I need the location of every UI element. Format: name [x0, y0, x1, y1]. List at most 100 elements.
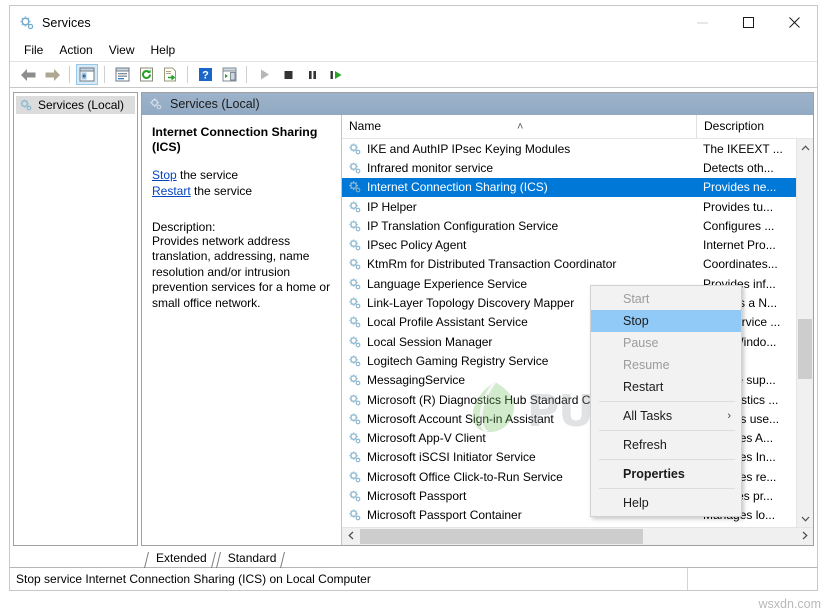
scroll-up-button[interactable] [797, 139, 813, 156]
svg-text:?: ? [202, 70, 209, 82]
restart-service-icon[interactable] [325, 64, 347, 85]
service-gear-icon [348, 335, 362, 349]
table-row[interactable]: Internet Connection Sharing (ICS) Provide… [342, 177, 796, 197]
service-gear-icon [348, 431, 362, 445]
tab-standard[interactable]: Standard [216, 550, 286, 567]
toolbar-separator [246, 66, 247, 83]
column-header-description-label: Description [704, 119, 765, 133]
cell-service-description: Coordinates... [703, 257, 778, 272]
start-service-icon[interactable] [253, 64, 275, 85]
title-bar: Services [10, 6, 817, 39]
cell-service-name: IPsec Policy Agent [342, 238, 696, 252]
context-menu-item-label: Restart [623, 380, 664, 394]
stop-service-suffix: the service [176, 167, 239, 182]
submenu-arrow-icon: › [727, 410, 731, 422]
stop-service-line: Stop the service [152, 168, 331, 182]
stop-service-link[interactable]: Stop [152, 168, 177, 182]
services-list: Name ˄ Description IKE and AuthIP IPsec … [342, 115, 813, 545]
cell-service-name: Internet Connection Sharing (ICS) [342, 180, 696, 194]
service-detail-title: Internet Connection Sharing (ICS) [152, 125, 318, 154]
maximize-button[interactable] [725, 6, 771, 39]
console-tree-pane: Services (Local) [13, 92, 138, 546]
close-button[interactable] [771, 6, 817, 39]
context-menu-item-stop[interactable]: Stop [591, 310, 741, 332]
service-name-label: IP Helper [367, 199, 417, 214]
horizontal-scroll-thumb[interactable] [360, 529, 643, 544]
context-menu-item-label: Pause [623, 336, 659, 350]
cell-service-description: Internet Pro... [703, 238, 776, 253]
context-menu-item-label: Help [623, 496, 649, 510]
status-bar-text: Stop service Internet Connection Sharing… [16, 572, 371, 586]
service-gear-icon [348, 200, 362, 214]
cell-service-description: Detects oth... [703, 160, 774, 175]
service-gear-icon [348, 142, 362, 156]
table-row[interactable]: IP Translation Configuration Service Conf… [342, 216, 796, 235]
column-header-description[interactable]: Description [696, 115, 796, 138]
restart-service-suffix: the service [190, 183, 253, 198]
context-menu-item-help[interactable]: Help [591, 492, 741, 514]
minimize-button[interactable] [679, 6, 725, 39]
cell-service-description: The IKEEXT ... [703, 141, 783, 156]
menu-file[interactable]: File [16, 41, 51, 59]
service-name-label: Microsoft Passport [367, 488, 467, 503]
service-name-label: IP Translation Configuration Service [367, 218, 559, 233]
menu-help[interactable]: Help [143, 41, 184, 59]
context-menu-item-label: Resume [623, 358, 670, 372]
list-rows: IKE and AuthIP IPsec Keying Modules The I… [342, 139, 813, 527]
vertical-scrollbar[interactable] [796, 139, 813, 527]
help-icon[interactable]: ? [194, 64, 216, 85]
scroll-right-button[interactable] [796, 531, 813, 542]
toolbar: ? [10, 61, 817, 88]
column-header-name[interactable]: Name ˄ [342, 115, 696, 138]
menu-action[interactable]: Action [51, 41, 100, 59]
service-gear-icon [348, 450, 362, 464]
window-title: Services [42, 15, 91, 30]
service-name-label: Microsoft Passport Container [367, 508, 522, 523]
pause-service-icon[interactable] [301, 64, 323, 85]
context-menu-item-properties[interactable]: Properties [591, 463, 741, 485]
service-name-label: Microsoft iSCSI Initiator Service [367, 450, 536, 465]
table-row[interactable]: IKE and AuthIP IPsec Keying Modules The I… [342, 139, 796, 158]
restart-service-link[interactable]: Restart [152, 184, 191, 198]
table-row[interactable]: IPsec Policy Agent Internet Pro... [342, 235, 796, 254]
list-body: IKE and AuthIP IPsec Keying Modules The I… [342, 139, 813, 527]
table-row[interactable]: IP Helper Provides tu... [342, 197, 796, 216]
vertical-scroll-thumb[interactable] [798, 319, 812, 379]
context-menu-item-all-tasks[interactable]: All Tasks › [591, 405, 741, 427]
service-name-label: Microsoft App-V Client [367, 431, 486, 446]
properties-icon[interactable] [111, 64, 133, 85]
service-name-label: Microsoft Office Click-to-Run Service [367, 469, 563, 484]
show-hide-action-pane-icon[interactable] [218, 64, 240, 85]
scroll-left-button[interactable] [342, 531, 359, 542]
horizontal-scrollbar[interactable] [342, 527, 813, 545]
export-list-icon[interactable] [159, 64, 181, 85]
status-bar: Stop service Internet Connection Sharing… [10, 567, 817, 590]
service-name-label: IPsec Policy Agent [367, 238, 467, 253]
description-text: Provides network address translation, ad… [152, 233, 331, 310]
table-row[interactable]: KtmRm for Distributed Transaction Coordi… [342, 255, 796, 274]
forward-icon[interactable] [41, 64, 63, 85]
service-name-label: Microsoft Account Sign-in Assistant [367, 411, 554, 426]
service-name-label: MessagingService [367, 373, 466, 388]
service-name-label: Local Session Manager [367, 334, 493, 349]
context-menu-separator [599, 459, 735, 460]
services-gear-icon [19, 15, 35, 31]
table-row[interactable]: Infrared monitor service Detects oth... [342, 158, 796, 177]
tree-node-services-local[interactable]: Services (Local) [16, 96, 135, 114]
stop-service-icon[interactable] [277, 64, 299, 85]
list-header-row: Name ˄ Description [342, 115, 813, 139]
menu-view[interactable]: View [101, 41, 143, 59]
tab-extended[interactable]: Extended [144, 550, 216, 567]
toolbar-separator [187, 66, 188, 83]
context-menu-item-label: Start [623, 292, 650, 306]
scroll-down-button[interactable] [797, 510, 813, 527]
service-gear-icon [348, 508, 362, 522]
context-menu-item-restart[interactable]: Restart [591, 376, 741, 398]
back-icon[interactable] [17, 64, 39, 85]
service-gear-icon [348, 296, 362, 310]
refresh-icon[interactable] [135, 64, 157, 85]
show-hide-console-tree-icon[interactable] [76, 64, 98, 85]
service-gear-icon [348, 161, 362, 175]
context-menu-item-refresh[interactable]: Refresh [591, 434, 741, 456]
restart-service-line: Restart the service [152, 184, 331, 198]
